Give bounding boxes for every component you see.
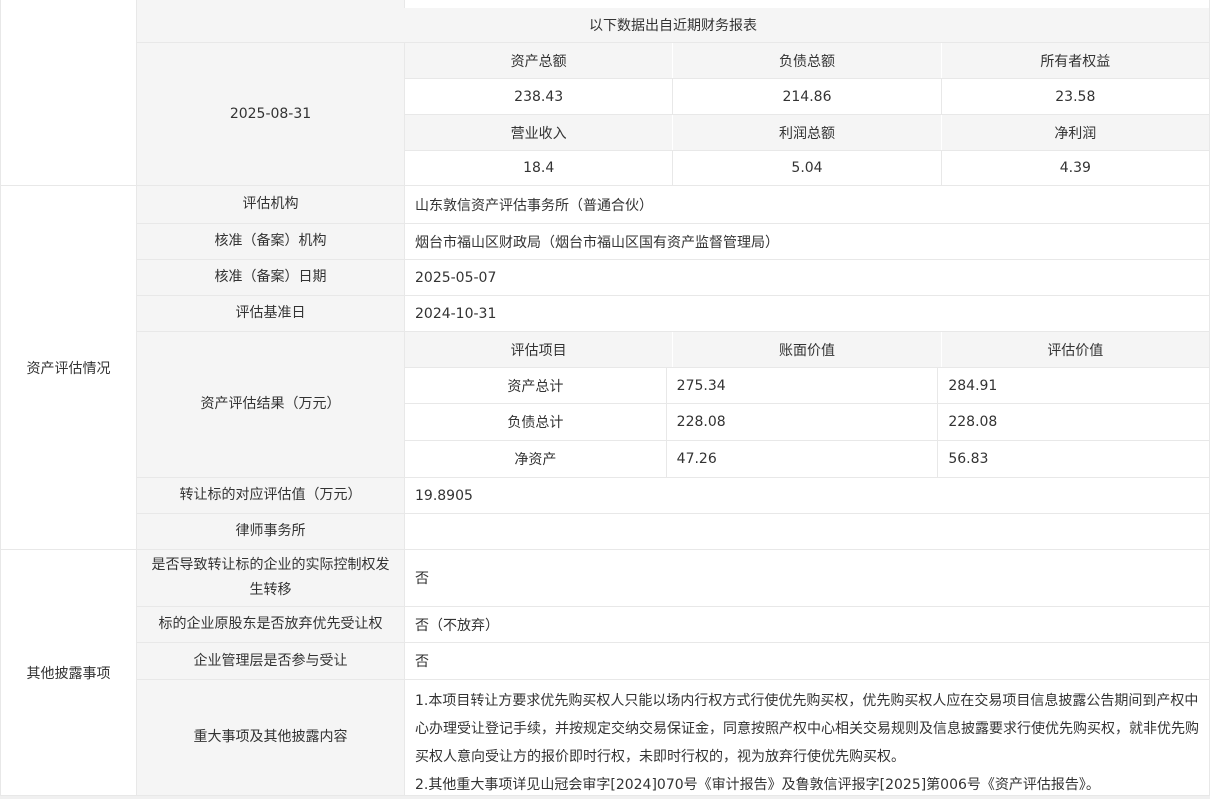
section-label-cell-empty [1,0,137,185]
field-value: 山东敦信资产评估事务所（普通合伙） [405,186,1209,223]
field-row-law-firm: 律师事务所 [137,514,1209,549]
section-financials: 以下数据出自近期财务报表 2025-08-31 资产总额 负债总额 所有者权益 … [1,0,1209,186]
major-disclosure-text: 1.本项目转让方要求优先购买权人只能以场内行权方式行使优先购买权，优先购买权人应… [405,680,1209,795]
field-row-approval-date: 核准（备案）日期 2025-05-07 [137,260,1209,296]
field-row-major-disclosure: 重大事项及其他披露内容 1.本项目转让方要求优先购买权人只能以场内行权方式行使优… [137,680,1209,795]
fin-header-cell: 资产总额 [405,43,672,78]
partial-row-value [405,0,1209,8]
field-value: 2024-10-31 [405,296,1209,331]
field-value: 19.8905 [405,478,1209,513]
section-label-asset-assessment: 资产评估情况 [1,186,137,549]
disclosure-table: 以下数据出自近期财务报表 2025-08-31 资产总额 负债总额 所有者权益 … [0,0,1210,796]
fin-header-cell: 营业收入 [405,115,672,150]
field-label: 核准（备案）日期 [137,260,405,295]
financial-subtable: 资产总额 负债总额 所有者权益 238.43 214.86 23.58 营业收入… [405,43,1209,185]
field-label: 重大事项及其他披露内容 [137,680,405,795]
eval-item-cell: 负债总计 [405,404,666,440]
fin-header-cell: 所有者权益 [941,43,1209,78]
partial-row [137,0,1209,8]
eval-value-row: 净资产 47.26 56.83 [405,441,1209,477]
section-other-disclosures: 其他披露事项 是否导致转让标的企业的实际控制权发生转移 否 标的企业原股东是否放… [1,550,1209,796]
field-row-transfer-eval: 转让标的对应评估值（万元） 19.8905 [137,478,1209,514]
financial-date-cell: 2025-08-31 [137,43,405,185]
eval-book-value-cell: 275.34 [666,368,938,403]
field-label: 是否导致转让标的企业的实际控制权发生转移 [137,550,405,606]
major-disclosure-paragraph: 1.本项目转让方要求优先购买权人只能以场内行权方式行使优先购买权，优先购买权人应… [415,687,1199,771]
section-asset-assessment: 资产评估情况 评估机构 山东敦信资产评估事务所（普通合伙） 核准（备案）机构 烟… [1,186,1209,550]
eval-book-value-cell: 47.26 [666,441,938,477]
fin-header-cell: 负债总额 [672,43,940,78]
field-row-management: 企业管理层是否参与受让 否 [137,643,1209,680]
fin-value-cell: 5.04 [672,151,940,185]
eval-value-row: 资产总计 275.34 284.91 [405,368,1209,404]
field-label: 企业管理层是否参与受让 [137,643,405,679]
field-row-agency: 评估机构 山东敦信资产评估事务所（普通合伙） [137,186,1209,224]
eval-header-cell: 评估项目 [405,332,672,367]
eval-item-cell: 净资产 [405,441,666,477]
field-label: 核准（备案）机构 [137,224,405,259]
field-row-control-change: 是否导致转让标的企业的实际控制权发生转移 否 [137,550,1209,607]
eval-header-cell: 评估价值 [941,332,1209,367]
field-value: 否（不放弃） [405,607,1209,642]
assessment-result-label: 资产评估结果（万元） [137,332,405,477]
field-value: 烟台市福山区财政局（烟台市福山区国有资产监督管理局） [405,224,1209,259]
eval-assessed-value-cell: 228.08 [937,404,1209,440]
field-label: 律师事务所 [137,514,405,549]
fin-value-cell: 18.4 [405,151,672,185]
financial-value-row: 238.43 214.86 23.58 [405,79,1209,115]
field-value [405,514,1209,549]
eval-item-cell: 资产总计 [405,368,666,403]
eval-header-row: 评估项目 账面价值 评估价值 [405,332,1209,368]
field-row-base-date: 评估基准日 2024-10-31 [137,296,1209,332]
field-label: 转让标的对应评估值（万元） [137,478,405,513]
major-disclosure-paragraph: 2.其他重大事项详见山冠会审字[2024]070号《审计报告》及鲁敦信评报字[2… [415,771,1199,799]
fin-value-cell: 238.43 [405,79,672,114]
field-row-waiver: 标的企业原股东是否放弃优先受让权 否（不放弃） [137,607,1209,643]
financial-value-row: 18.4 5.04 4.39 [405,151,1209,185]
fin-value-cell: 4.39 [941,151,1209,185]
eval-assessed-value-cell: 284.91 [937,368,1209,403]
partial-row-label [137,0,405,8]
field-row-approval-org: 核准（备案）机构 烟台市福山区财政局（烟台市福山区国有资产监督管理局） [137,224,1209,260]
financial-header-row: 营业收入 利润总额 净利润 [405,115,1209,151]
assessment-result-table: 评估项目 账面价值 评估价值 资产总计 275.34 284.91 负债总计 2… [405,332,1209,477]
field-value: 否 [405,550,1209,606]
fin-header-cell: 净利润 [941,115,1209,150]
section-label-other-disclosures: 其他披露事项 [1,550,137,795]
eval-assessed-value-cell: 56.83 [937,441,1209,477]
financial-header-row: 资产总额 负债总额 所有者权益 [405,43,1209,79]
financial-banner: 以下数据出自近期财务报表 [137,8,1209,43]
field-label: 评估机构 [137,186,405,223]
field-label: 评估基准日 [137,296,405,331]
field-value: 否 [405,643,1209,679]
fin-value-cell: 214.86 [672,79,940,114]
fin-value-cell: 23.58 [941,79,1209,114]
eval-value-row: 负债总计 228.08 228.08 [405,404,1209,441]
fin-header-cell: 利润总额 [672,115,940,150]
assessment-result-rowgroup: 资产评估结果（万元） 评估项目 账面价值 评估价值 资产总计 275.34 28… [137,332,1209,478]
eval-book-value-cell: 228.08 [666,404,938,440]
eval-header-cell: 账面价值 [672,332,940,367]
field-value: 2025-05-07 [405,260,1209,295]
field-label: 标的企业原股东是否放弃优先受让权 [137,607,405,642]
